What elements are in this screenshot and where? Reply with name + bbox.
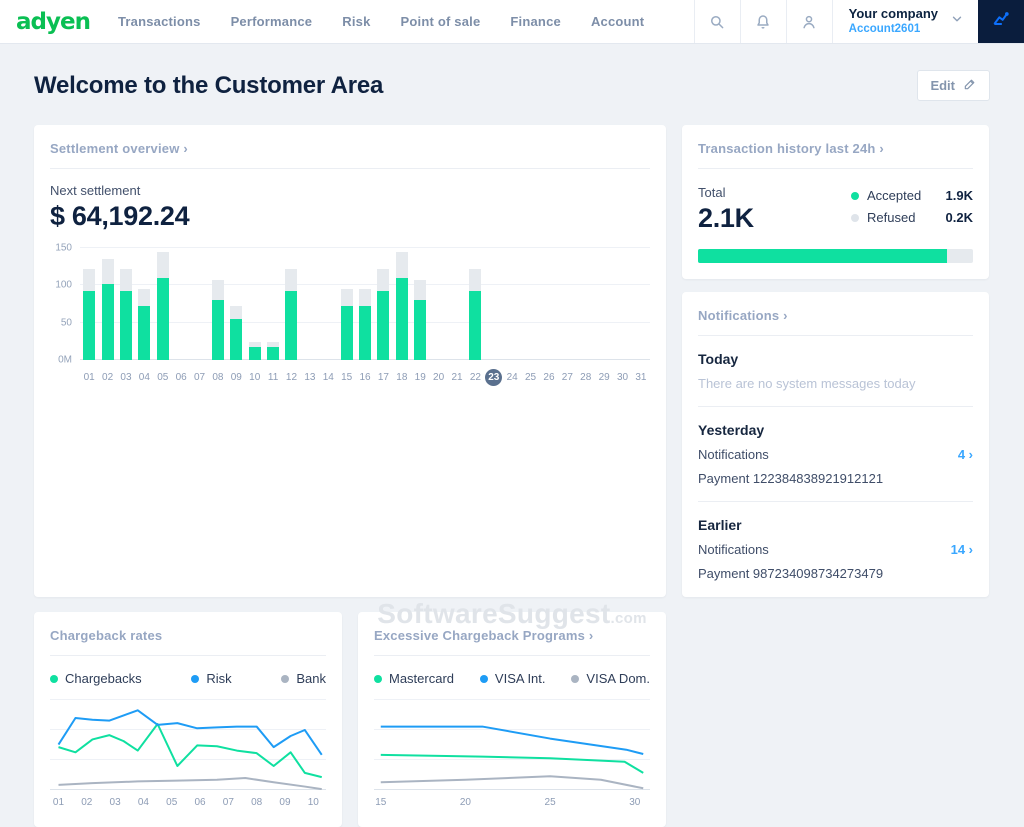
mastercard-dot [374, 674, 382, 683]
yesterday-payment-reference: Payment 122384838921912121 [698, 471, 884, 486]
divider [698, 168, 973, 169]
profile-button[interactable] [785, 0, 832, 43]
legend-mastercard: Mastercard [374, 671, 454, 686]
accepted-label: Accepted [867, 188, 922, 203]
divider [374, 655, 650, 656]
customer-area-main: Welcome to the Customer Area Edit Settle… [0, 70, 1024, 827]
next-settlement-amount: $ 64,192.24 [50, 201, 190, 231]
settlement-bar-chart: 0M 50 100 150 01 02 03 04 05 06 07 08 09 10 11 12 13 14 1… [50, 242, 650, 386]
refused-label: Refused [867, 210, 916, 225]
account-switcher[interactable]: Your company Account2601 [831, 0, 978, 43]
next-settlement-label: Next settlement [50, 183, 141, 198]
legend-refused: Refused 0.2K [851, 210, 973, 225]
divider [698, 501, 973, 502]
edit-button-label: Edit [930, 78, 955, 93]
line-chart-plot [374, 699, 650, 790]
settlement-overview-link[interactable]: Settlement overview › [50, 141, 650, 156]
visa-dom-dot [571, 674, 580, 683]
risk-dot [191, 674, 200, 683]
today-empty-message: There are no system messages today [698, 376, 916, 391]
bar-chart-plot [80, 247, 650, 360]
app-launcher-button[interactable] [978, 0, 1024, 43]
nav-item-point-of-sale[interactable]: Point of sale [401, 14, 481, 29]
nav-item-finance[interactable]: Finance [510, 14, 561, 29]
accepted-value: 1.9K [945, 188, 973, 203]
excessive-chargeback-legend: Mastercard VISA Int. VISA Dom. [374, 671, 650, 686]
notifications-earlier-section: Earlier Notifications 14 › Payment 98723… [698, 517, 973, 581]
legend-bank: Bank [281, 671, 326, 686]
legend-accepted: Accepted 1.9K [851, 188, 973, 203]
divider [698, 406, 973, 407]
refused-value: 0.2K [945, 210, 973, 225]
bell-icon [754, 13, 772, 31]
transaction-progress-bar [698, 249, 973, 263]
chargeback-rates-line-chart: 01 02 03 04 05 06 07 08 09 10 [50, 699, 326, 811]
adyen-logo[interactable]: adyen [0, 0, 118, 43]
account-id: Account2601 [848, 23, 921, 36]
top-nav: adyen Transactions Performance Risk Poin… [0, 0, 1024, 44]
yesterday-heading: Yesterday [698, 422, 765, 438]
earlier-notifications-count-link[interactable]: 14 › [951, 542, 973, 557]
transaction-history-link[interactable]: Transaction history last 24h › [698, 141, 973, 156]
line-chart-x-axis: 15 20 25 30 [375, 797, 641, 808]
pencil-icon [963, 77, 977, 94]
excessive-chargeback-card: Excessive Chargeback Programs › Masterca… [358, 612, 666, 827]
notifications-card: Notifications › Today There are no syste… [682, 292, 989, 597]
bar-chart-x-axis: 01 02 03 04 05 06 07 08 09 10 11 12 13 14 15 16 17 18 19 20… [80, 369, 650, 386]
nav-item-transactions[interactable]: Transactions [118, 14, 201, 29]
notifications-link[interactable]: Notifications › [698, 308, 973, 323]
chargeback-rates-legend: Chargebacks Risk Bank [50, 671, 326, 686]
main-menu: Transactions Performance Risk Point of s… [118, 0, 644, 43]
excessive-chargeback-line-chart: 15 20 25 30 [374, 699, 650, 811]
earlier-heading: Earlier [698, 517, 742, 533]
yesterday-notifications-count-link[interactable]: 4 › [958, 447, 973, 462]
divider [50, 168, 650, 169]
total-value: 2.1K [698, 203, 754, 233]
today-heading: Today [698, 351, 739, 367]
excessive-chargeback-link[interactable]: Excessive Chargeback Programs › [374, 628, 650, 643]
edit-button[interactable]: Edit [917, 70, 990, 101]
transaction-legend: Accepted 1.9K Refused 0.2K [851, 188, 973, 234]
line-chart-plot [50, 699, 326, 790]
transaction-progress-fill [698, 249, 947, 263]
legend-chargebacks: Chargebacks [50, 671, 142, 686]
search-icon [708, 13, 726, 31]
refused-dot [851, 213, 859, 222]
accepted-dot [851, 191, 859, 200]
notifications-button[interactable] [739, 0, 786, 43]
chevron-down-icon [950, 12, 964, 31]
earlier-notifications-label: Notifications [698, 542, 769, 557]
line-chart-x-axis: 01 02 03 04 05 06 07 08 09 10 [52, 797, 319, 808]
nav-right: Your company Account2601 [693, 0, 1024, 43]
search-button[interactable] [693, 0, 740, 43]
transaction-history-card: Transaction history last 24h › Total 2.1… [682, 125, 989, 279]
legend-visa-dom: VISA Dom. [571, 671, 650, 686]
chargeback-rates-card: Chargeback rates Chargebacks Risk Bank 0… [34, 612, 342, 827]
legend-risk: Risk [191, 671, 232, 686]
divider [698, 335, 973, 336]
settlement-overview-card: Settlement overview › Next settlement $ … [34, 125, 666, 597]
page-title: Welcome to the Customer Area [34, 71, 384, 99]
nav-item-risk[interactable]: Risk [342, 14, 370, 29]
total-label: Total [698, 185, 726, 200]
earlier-payment-reference: Payment 987234098734273479 [698, 566, 884, 581]
yesterday-notifications-label: Notifications [698, 447, 769, 462]
chargeback-rates-title: Chargeback rates [50, 628, 163, 643]
visa-int-dot [479, 674, 488, 683]
bar-chart-y-axis: 0M 50 100 150 [55, 242, 72, 366]
chargebacks-dot [50, 674, 58, 683]
legend-visa-int: VISA Int. [479, 671, 546, 686]
analytics-chart-icon [991, 9, 1011, 34]
company-name: Your company [848, 6, 938, 22]
bank-dot [281, 674, 290, 683]
nav-item-account[interactable]: Account [591, 14, 644, 29]
divider [50, 655, 326, 656]
notifications-yesterday-section: Yesterday Notifications 4 › Payment 1223… [698, 422, 973, 486]
user-icon [800, 13, 818, 31]
nav-item-performance[interactable]: Performance [231, 14, 313, 29]
notifications-today-section: Today There are no system messages today [698, 351, 973, 391]
